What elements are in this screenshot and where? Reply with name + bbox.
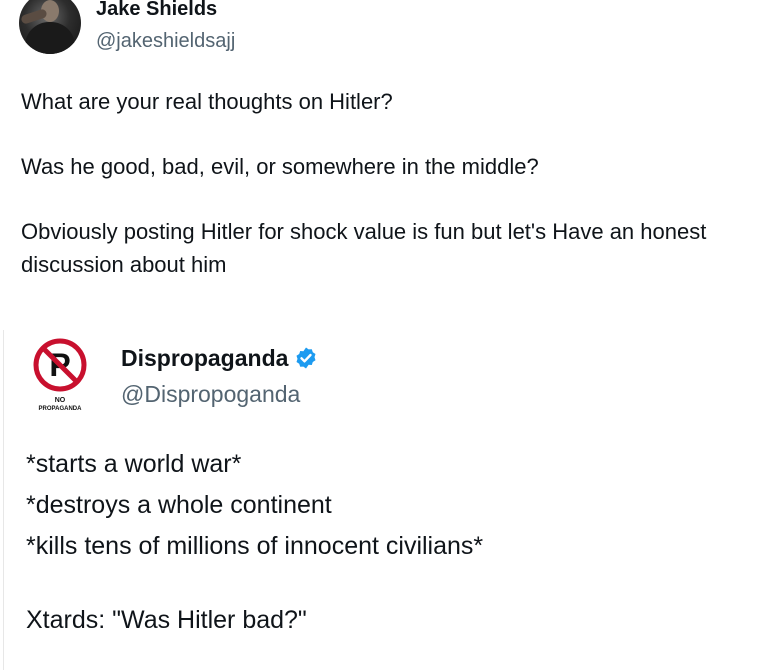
tweet-paragraph: Was he good, bad, evil, or somewhere in … — [21, 154, 539, 179]
quote-author-name-text: Dispropaganda — [121, 345, 289, 371]
avatar-caption-line2: PROPAGANDA — [39, 406, 83, 412]
author-handle[interactable]: @jakeshieldsajj — [96, 29, 235, 53]
avatar-caption-line1: NO — [55, 397, 66, 404]
no-propaganda-avatar-icon[interactable]: P NO PROPAGANDA — [30, 335, 90, 415]
quoted-tweet[interactable]: P NO PROPAGANDA Dispropaganda @Dispropog… — [3, 330, 760, 670]
quote-line: *destroys a whole continent — [26, 491, 332, 519]
tweet-paragraph: What are your real thoughts on Hitler? — [21, 89, 393, 114]
tweet-paragraph: Obviously posting Hitler for shock value… — [21, 219, 707, 277]
quote-text: *starts a world war* *destroys a whole c… — [26, 444, 746, 641]
author-name[interactable]: Jake Shields — [96, 0, 217, 21]
tweet-card: Jake Shields @jakeshieldsajj What are yo… — [0, 0, 760, 670]
quote-line: *starts a world war* — [26, 450, 242, 478]
quote-author-handle[interactable]: @Dispropoganda — [121, 380, 300, 408]
quote-author-name[interactable]: Dispropaganda — [121, 344, 318, 372]
author-avatar[interactable] — [19, 0, 81, 54]
tweet-text: What are your real thoughts on Hitler? W… — [21, 85, 749, 281]
quote-spacer — [26, 567, 746, 600]
quote-closing-line: Xtards: "Was Hitler bad?" — [26, 606, 307, 634]
verified-badge-icon — [296, 347, 316, 369]
avatar-shoulders — [25, 22, 75, 54]
quote-line: *kills tens of millions of innocent civi… — [26, 532, 484, 560]
